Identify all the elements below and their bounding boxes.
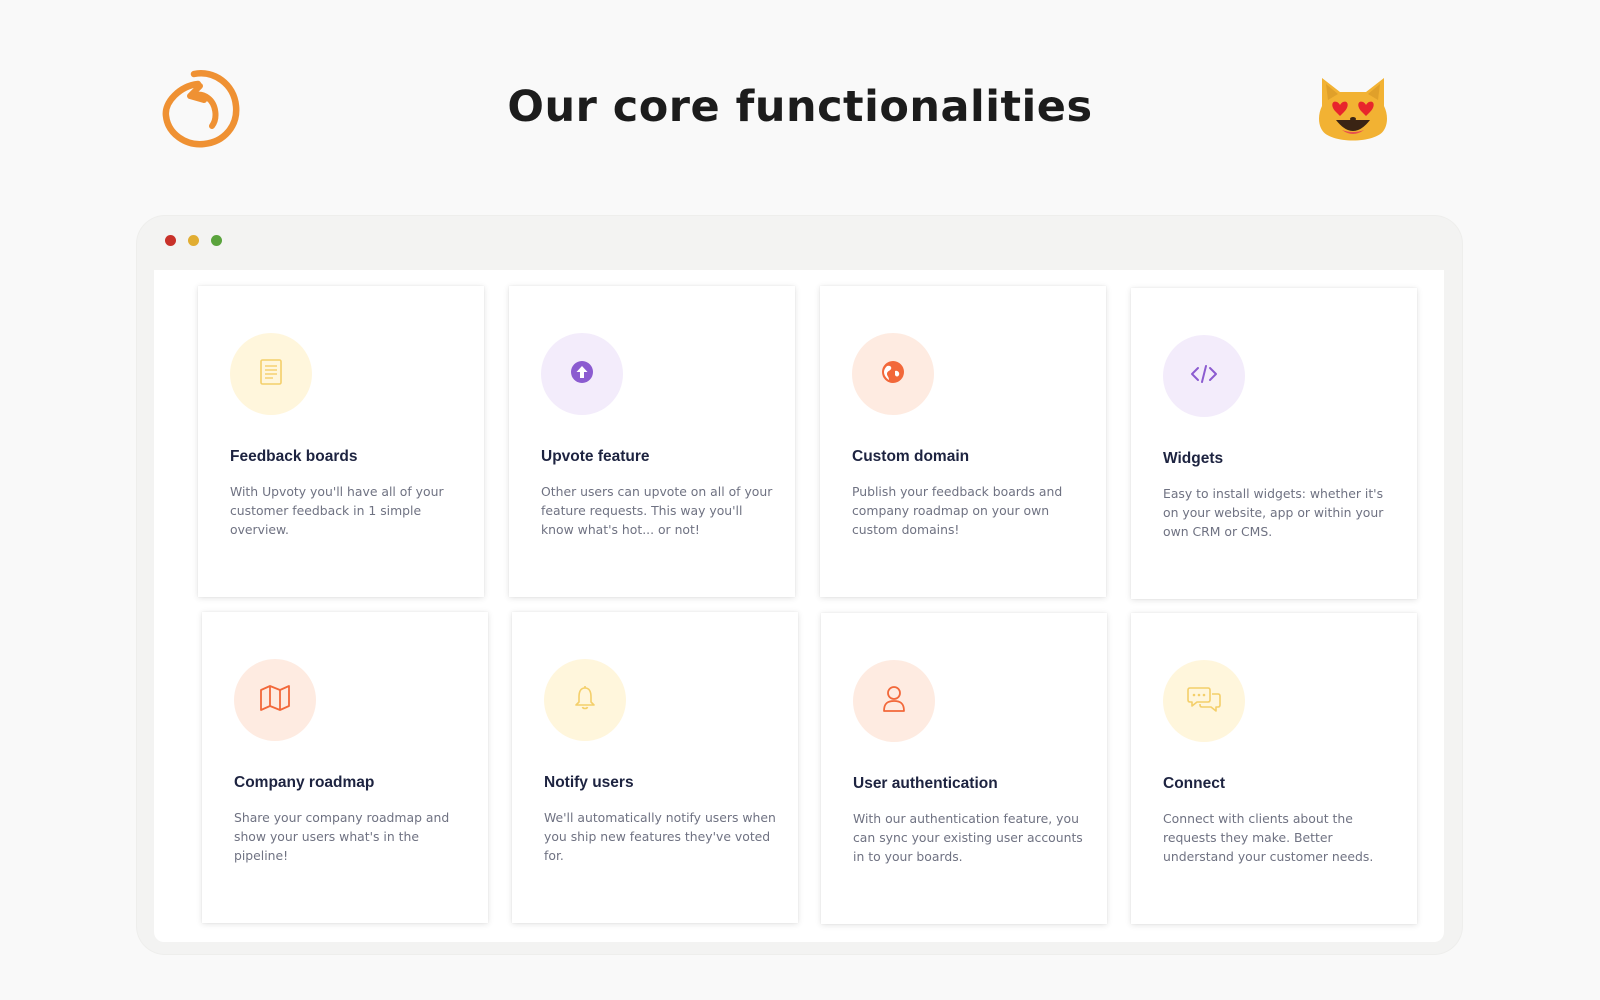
user-icon (882, 685, 906, 717)
feature-description: With Upvoty you'll have all of your cust… (230, 484, 444, 537)
feature-title: Connect (1163, 775, 1225, 792)
feature-title: Widgets (1163, 450, 1224, 467)
feature-title: Upvote feature (541, 448, 650, 465)
window-controls (165, 235, 222, 246)
document-icon (258, 358, 284, 390)
feature-description: Easy to install widgets: whether it's on… (1163, 486, 1384, 539)
feature-title: User authentication (853, 775, 998, 792)
feature-description: We'll automatically notify users when yo… (544, 810, 776, 863)
close-dot[interactable] (165, 235, 176, 246)
minimize-dot[interactable] (188, 235, 199, 246)
code-icon (1189, 363, 1219, 389)
feature-description: Publish your feedback boards and company… (852, 484, 1063, 537)
feature-card[interactable]: Feedback boards With Upvoty you'll have … (198, 286, 484, 597)
upvote-arrow-icon (570, 360, 594, 388)
globe-icon (881, 360, 905, 388)
icon-circle (544, 659, 626, 741)
chat-bubbles-icon (1186, 685, 1222, 717)
map-icon (259, 684, 291, 716)
icon-circle (1163, 335, 1245, 417)
feature-card[interactable]: Connect Connect with clients about the r… (1131, 613, 1417, 924)
bell-icon (574, 685, 596, 715)
feature-title: Notify users (544, 774, 634, 791)
feature-title: Custom domain (852, 448, 970, 465)
icon-circle (230, 333, 312, 415)
icon-circle (1163, 660, 1245, 742)
heart-eyes-cat-icon (1314, 72, 1392, 148)
feature-card[interactable]: Company roadmap Share your company roadm… (202, 612, 488, 923)
feature-title: Feedback boards (230, 448, 358, 465)
icon-circle (853, 660, 935, 742)
browser-viewport: Feedback boards With Upvoty you'll have … (154, 270, 1444, 942)
feature-description: Share your company roadmap and show your… (234, 810, 450, 863)
feature-card[interactable]: Upvote feature Other users can upvote on… (509, 286, 795, 597)
maximize-dot[interactable] (211, 235, 222, 246)
feature-card[interactable]: User authentication With our authenticat… (821, 613, 1107, 924)
icon-circle (234, 659, 316, 741)
feature-description: Connect with clients about the requests … (1163, 811, 1374, 864)
feature-card[interactable]: Notify users We'll automatically notify … (512, 612, 798, 923)
feature-description: Other users can upvote on all of your fe… (541, 484, 773, 537)
page: Our core functionalities Feedback boards… (0, 0, 1600, 1000)
feature-card[interactable]: Widgets Easy to install widgets: whether… (1131, 288, 1417, 599)
icon-circle (541, 333, 623, 415)
feature-title: Company roadmap (234, 774, 375, 791)
feature-description: With our authentication feature, you can… (853, 811, 1083, 864)
feature-card[interactable]: Custom domain Publish your feedback boar… (820, 286, 1106, 597)
browser-window: Feedback boards With Upvoty you'll have … (137, 216, 1462, 954)
icon-circle (852, 333, 934, 415)
